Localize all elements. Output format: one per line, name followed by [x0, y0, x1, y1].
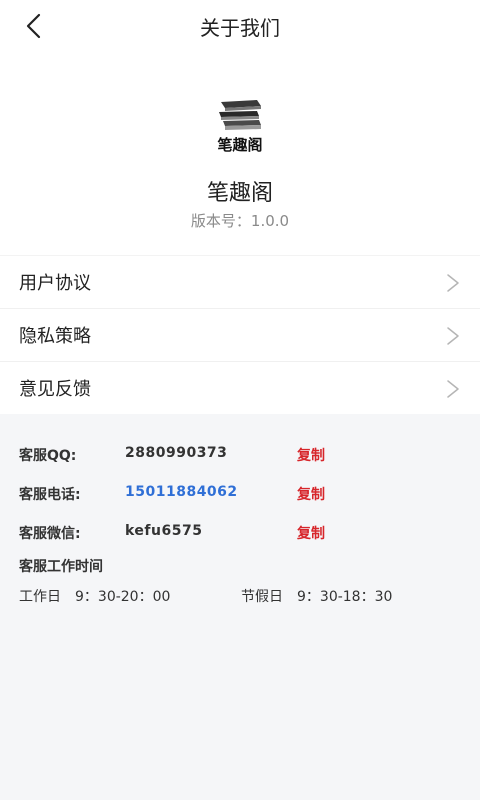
qq-value: 2880990373 — [125, 445, 228, 461]
weekday-hours: 工作日 9：30-20：00 — [19, 589, 171, 605]
service-hours: 工作日 9：30-20：00 节假日 9：30-18：30 — [19, 586, 459, 606]
wechat-label: 客服微信: — [19, 526, 81, 542]
copy-wechat-button[interactable]: 复制 — [297, 523, 325, 543]
settings-menu: 用户协议 隐私策略 意见反馈 — [0, 255, 480, 414]
phone-label: 客服电话: — [19, 487, 81, 503]
phone-link[interactable]: 15011884062 — [125, 484, 238, 500]
nav-bar: 关于我们 — [0, 0, 480, 52]
logo-text: 笔趣阁 — [217, 136, 263, 154]
menu-item-label: 隐私策略 — [19, 326, 91, 347]
copy-qq-button[interactable]: 复制 — [297, 445, 325, 465]
service-hours-title: 客服工作时间 — [19, 559, 103, 575]
app-version: 版本号：1.0.0 — [190, 212, 290, 230]
menu-item-user-agreement[interactable]: 用户协议 — [0, 255, 480, 308]
chevron-right-icon — [447, 380, 459, 398]
contact-row-wechat: 客服微信: kefu6575 复制 — [19, 523, 459, 545]
wechat-value: kefu6575 — [125, 523, 203, 539]
top-panel: 关于我们 笔趣阁 笔趣阁 版本号：1.0.0 用户协议 隐私策略 意见反馈 — [0, 0, 480, 414]
menu-item-label: 用户协议 — [19, 273, 91, 294]
contact-row-phone: 客服电话: 15011884062 复制 — [19, 484, 459, 506]
menu-item-privacy-policy[interactable]: 隐私策略 — [0, 308, 480, 361]
chevron-right-icon — [447, 327, 459, 345]
page-title: 关于我们 — [200, 16, 280, 40]
copy-phone-button[interactable]: 复制 — [297, 484, 325, 504]
contact-row-qq: 客服QQ: 2880990373 复制 — [19, 445, 459, 467]
qq-label: 客服QQ: — [19, 448, 77, 464]
app-name: 笔趣阁 — [206, 181, 273, 206]
holiday-hours: 节假日 9：30-18：30 — [241, 589, 393, 605]
menu-item-feedback[interactable]: 意见反馈 — [0, 361, 480, 414]
menu-item-label: 意见反馈 — [19, 379, 91, 400]
books-stack-icon — [219, 100, 261, 130]
chevron-right-icon — [447, 274, 459, 292]
app-logo: 笔趣阁 — [200, 98, 280, 158]
contact-section: 客服QQ: 2880990373 复制 客服电话: 15011884062 复制… — [0, 414, 480, 800]
